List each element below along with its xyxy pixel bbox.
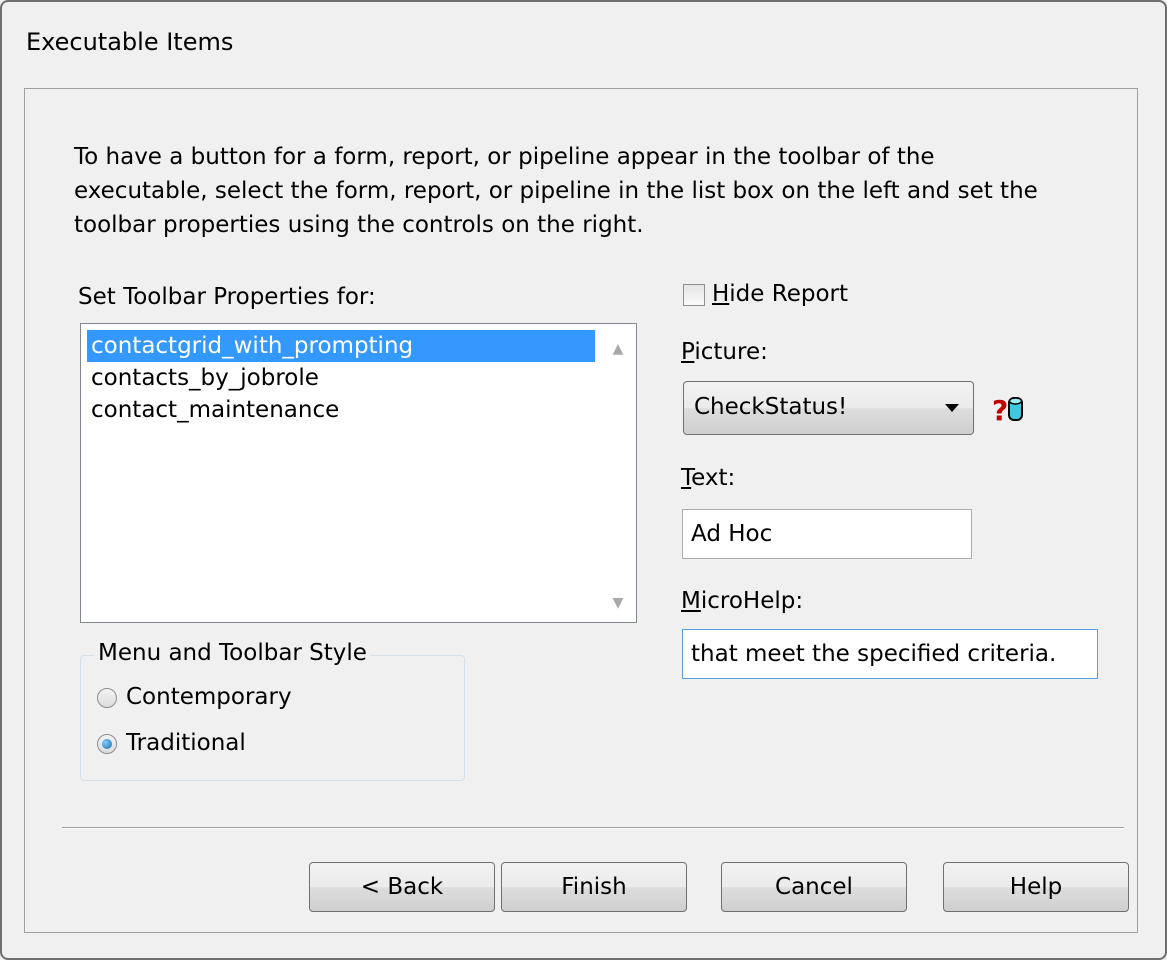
style-group-title: Menu and Toolbar Style — [94, 640, 371, 666]
scroll-up-icon[interactable]: ▲ — [600, 334, 636, 364]
contemporary-label[interactable]: Contemporary — [126, 684, 292, 710]
text-label: Text: — [681, 465, 735, 491]
help-button[interactable]: Help — [943, 862, 1129, 912]
picture-dropdown-value: CheckStatus! — [694, 394, 848, 420]
microhelp-label: MicroHelp: — [681, 588, 803, 614]
list-scrollbar[interactable]: ▲ ▼ — [600, 324, 636, 622]
help-picture-icon: ? — [992, 394, 1023, 424]
instructions-text: To have a button for a form, report, or … — [74, 144, 1038, 238]
items-listbox[interactable]: contactgrid_with_prompting contacts_by_j… — [80, 323, 637, 623]
dialog-title: Executable Items — [26, 28, 234, 56]
list-label: Set Toolbar Properties for: — [78, 284, 376, 310]
text-input[interactable]: Ad Hoc — [682, 509, 972, 559]
picture-dropdown[interactable]: CheckStatus! — [683, 381, 974, 435]
microhelp-accesskey: M — [681, 588, 701, 614]
finish-button[interactable]: Finish — [501, 862, 687, 912]
chevron-down-icon[interactable] — [945, 404, 959, 412]
picture-label-text: icture: — [694, 339, 768, 365]
list-item[interactable]: contact_maintenance — [87, 394, 343, 426]
radio-selected-dot — [102, 739, 112, 749]
back-button[interactable]: < Back — [309, 862, 495, 912]
microhelp-input[interactable]: that meet the specified criteria. — [682, 629, 1098, 679]
microhelp-label-text: icroHelp: — [700, 588, 804, 614]
cancel-button[interactable]: Cancel — [721, 862, 907, 912]
list-item[interactable]: contactgrid_with_prompting — [87, 330, 595, 362]
hide-report-label[interactable]: Hide Report — [712, 281, 848, 307]
traditional-label[interactable]: Traditional — [126, 730, 246, 756]
hide-report-checkbox[interactable] — [683, 284, 705, 306]
picture-accesskey: P — [681, 339, 695, 365]
svg-text:?: ? — [992, 394, 1008, 424]
scroll-down-icon[interactable]: ▼ — [600, 588, 636, 618]
contemporary-radio[interactable] — [97, 688, 117, 708]
list-item[interactable]: contacts_by_jobrole — [87, 362, 323, 394]
traditional-radio[interactable] — [97, 734, 117, 754]
picture-label: Picture: — [681, 339, 768, 365]
hide-report-label-text: ide Report — [729, 281, 848, 307]
separator-line — [62, 827, 1124, 829]
hide-report-accesskey: H — [712, 281, 730, 307]
text-label-text: ext: — [691, 465, 736, 491]
text-accesskey: T — [681, 465, 692, 491]
style-groupbox — [80, 655, 465, 781]
